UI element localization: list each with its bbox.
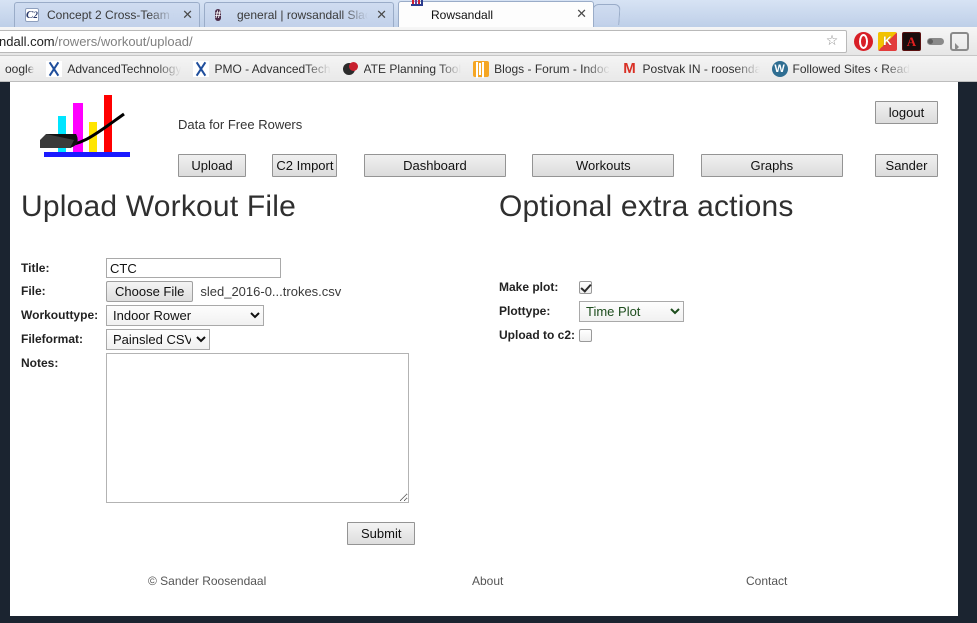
- tab-close-icon[interactable]: ✕: [576, 8, 587, 21]
- make-plot-row: Make plot:: [499, 278, 684, 296]
- upload-to-c2-checkbox[interactable]: [579, 328, 592, 342]
- bookmark-label: oogle: [5, 61, 35, 76]
- main-nav: Upload C2 Import Dashboard Workouts Grap…: [178, 154, 865, 177]
- optional-actions-title: Optional extra actions: [499, 190, 794, 223]
- tab-title: Rowsandall: [431, 7, 494, 22]
- browser-tab-slack[interactable]: # general | rowsandall Slack ✕: [204, 2, 394, 27]
- file-label: File:: [21, 284, 46, 298]
- bookmark-followed-sites[interactable]: Followed Sites ‹ Read: [767, 59, 917, 79]
- wordpress-icon: [771, 60, 788, 77]
- nav-button-workouts[interactable]: Workouts: [532, 154, 675, 177]
- footer-link-contact[interactable]: Contact: [746, 574, 787, 588]
- title-input[interactable]: [106, 258, 281, 278]
- workouttype-select[interactable]: Indoor Rower: [106, 305, 264, 326]
- bookmark-google[interactable]: oogle: [0, 60, 41, 78]
- sharepoint-icon: [193, 60, 210, 77]
- optional-actions-panel: Make plot: Plottype: Time Plot Upload to…: [499, 278, 684, 350]
- bookmark-pmo-advancedtech[interactable]: PMO - AdvancedTech: [188, 59, 337, 79]
- page-viewport: Data for Free Rowers Upload C2 Import Da…: [0, 82, 977, 623]
- blogs-icon: [473, 60, 490, 77]
- nav-button-graphs[interactable]: Graphs: [700, 154, 843, 177]
- file-field-row: File: Choose File sled_2016-0...trokes.c…: [21, 281, 441, 302]
- notes-textarea[interactable]: [106, 353, 409, 503]
- tab-strip: C2 Concept 2 Cross-Team Ch ✕ # general |…: [0, 0, 977, 27]
- bookmark-postvak-in[interactable]: Postvak IN - roosenda: [617, 59, 767, 79]
- bookmark-label: Postvak IN - roosenda: [642, 61, 760, 76]
- kami-icon[interactable]: [878, 31, 897, 51]
- fileformat-label: Fileformat:: [21, 332, 84, 346]
- sharepoint-icon: [46, 60, 63, 77]
- title-label: Title:: [21, 261, 50, 275]
- bookmark-label: AdvancedTechnology: [67, 61, 182, 76]
- bookmark-label: Blogs - Forum - Indoc: [494, 61, 610, 76]
- footer-copyright: © Sander Roosendaal: [148, 574, 267, 588]
- bookmark-label: Followed Sites ‹ Read: [792, 61, 910, 76]
- bookmark-label: ATE Planning Tool: [363, 61, 462, 76]
- adobe-acrobat-icon[interactable]: [902, 31, 921, 51]
- bookmark-blogs-forum[interactable]: Blogs - Forum - Indoc: [468, 59, 616, 79]
- plottype-row: Plottype: Time Plot: [499, 300, 684, 322]
- title-field-row: Title:: [21, 258, 441, 278]
- fileformat-field-row: Fileformat: Painsled CSV: [21, 329, 441, 350]
- slack-icon: #: [215, 9, 222, 21]
- address-bar[interactable]: ndall.com/rowers/workout/upload/ ☆: [0, 29, 847, 53]
- page-title: Upload Workout File: [21, 190, 297, 223]
- bookmarks-bar: oogle AdvancedTechnology PMO - AdvancedT…: [0, 56, 977, 82]
- footer-link-about[interactable]: About: [472, 574, 503, 588]
- notes-field-row: Notes:: [21, 353, 441, 503]
- upload-to-c2-label: Upload to c2:: [499, 328, 576, 342]
- selected-file-name: sled_2016-0...trokes.csv: [200, 284, 342, 299]
- url-text: ndall.com/rowers/workout/upload/: [0, 34, 822, 49]
- plottype-select[interactable]: Time Plot: [579, 300, 684, 322]
- opera-icon[interactable]: [854, 31, 873, 51]
- nav-button-dashboard[interactable]: Dashboard: [363, 154, 506, 177]
- url-domain: ndall.com: [0, 33, 55, 49]
- fileformat-select[interactable]: Painsled CSV: [106, 329, 210, 350]
- web-page: Data for Free Rowers Upload C2 Import Da…: [10, 82, 958, 616]
- gmail-icon: [622, 61, 638, 77]
- bookmark-ate-planning-tool[interactable]: ATE Planning Tool: [338, 59, 469, 79]
- chat-bubble-icon[interactable]: [950, 31, 969, 51]
- nav-button-upload[interactable]: Upload: [178, 154, 246, 177]
- workouttype-field-row: Workouttype: Indoor Rower: [21, 305, 441, 326]
- nav-button-c2-import[interactable]: C2 Import: [272, 154, 338, 177]
- notes-label: Notes:: [21, 356, 59, 370]
- site-tagline: Data for Free Rowers: [178, 117, 303, 132]
- omnibox-toolbar: ndall.com/rowers/workout/upload/ ☆: [0, 27, 977, 56]
- logout-button[interactable]: logout: [875, 101, 938, 124]
- bookmark-advancedtechnology[interactable]: AdvancedTechnology: [41, 59, 188, 79]
- lastpass-key-icon[interactable]: [926, 32, 945, 51]
- browser-tab-concept2[interactable]: C2 Concept 2 Cross-Team Ch ✕: [14, 2, 200, 27]
- bookmark-star-icon[interactable]: ☆: [822, 33, 842, 49]
- tab-title: Concept 2 Cross-Team Ch: [47, 8, 174, 22]
- make-plot-checkbox[interactable]: [579, 280, 592, 294]
- concept2-icon: C2: [25, 8, 39, 22]
- browser-tab-rowsandall[interactable]: Rowsandall ✕: [398, 0, 594, 27]
- tab-close-icon[interactable]: ✕: [182, 9, 193, 22]
- upload-to-c2-row: Upload to c2:: [499, 326, 684, 344]
- make-plot-label: Make plot:: [499, 280, 559, 294]
- bookmark-label: PMO - AdvancedTech: [214, 61, 331, 76]
- choose-file-button[interactable]: Choose File: [106, 281, 194, 302]
- workouttype-label: Workouttype:: [21, 308, 99, 322]
- user-account-button[interactable]: Sander: [875, 154, 938, 177]
- rowsandall-icon: [409, 0, 425, 23]
- new-tab-button[interactable]: [591, 4, 621, 25]
- url-path: /rowers/workout/upload/: [54, 33, 193, 49]
- rowsandall-bar-chart-logo[interactable]: [32, 90, 140, 160]
- submit-button[interactable]: Submit: [347, 522, 416, 545]
- plottype-label: Plottype:: [499, 304, 551, 318]
- tab-close-icon[interactable]: ✕: [376, 9, 387, 22]
- browser-window: C2 Concept 2 Cross-Team Ch ✕ # general |…: [0, 0, 977, 623]
- ate-icon: [342, 61, 359, 77]
- upload-form: Title: File: Choose File sled_2016-0...t…: [21, 258, 441, 506]
- tab-title: general | rowsandall Slack: [237, 8, 369, 22]
- extension-toolbar: [847, 31, 973, 51]
